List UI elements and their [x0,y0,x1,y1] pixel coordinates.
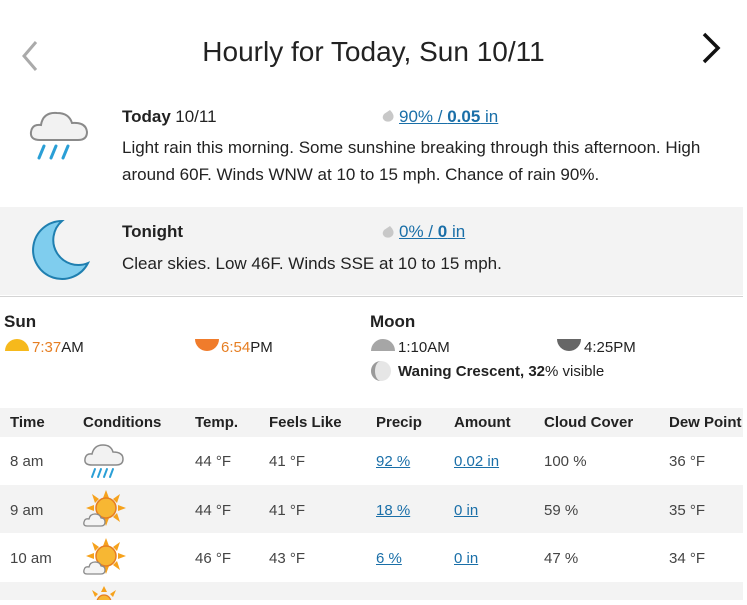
sunset-time-suffix: PM [250,339,273,356]
col-time: Time [10,414,45,431]
today-heading: Today 10/11 [122,107,217,127]
sunrise-time-suffix: AM [61,339,84,356]
row-temp: 46 °F [195,550,232,567]
tonight-precip-amount: 0 [437,222,448,241]
col-conditions: Conditions [83,414,162,431]
sunset-icon [194,338,220,357]
tonight-forecast: Clear skies. Low 46F. Winds SSE at 10 to… [122,254,502,273]
today-precip-link[interactable]: 90% / 0.05 in [399,107,498,127]
row-dew-point: 34 °F [669,550,706,567]
sunrise-time: 7:37AM [32,339,84,356]
moon-phase-icon [370,360,392,387]
sun-heading: Sun [4,312,37,331]
tonight-precip-sep: / [423,222,438,241]
today-precip-percent: 90% [399,107,434,126]
row-feels-like: 41 °F [269,453,306,470]
row-time: 10 am [10,550,52,567]
partly-sunny-icon [82,488,126,537]
moon-icon [28,217,91,286]
moon-heading: Moon [370,312,416,331]
tonight-precip-percent: 0% [399,222,424,241]
tonight-label: Tonight [122,222,184,241]
row-dew-point: 35 °F [669,502,706,519]
moon-phase: Waning Crescent, 32% visible [398,363,604,380]
sunrise-time-value: 7:37 [32,339,62,356]
row-cloud-cover: 59 % [544,502,579,519]
row-temp: 44 °F [195,453,232,470]
sun-icon [86,586,122,605]
row-precip-link[interactable]: 18 % [376,502,410,519]
row-feels-like: 41 °F [269,502,306,519]
rain-icon [26,104,92,169]
moonset-icon [556,338,582,357]
col-cloud-cover: Cloud Cover [544,414,634,431]
divider [0,296,743,297]
col-precip: Precip [376,414,422,431]
col-dew-point: Dew Point [669,414,742,431]
row-amount-link[interactable]: 0 in [454,550,478,567]
today-precip-sep: / [433,107,448,126]
row-precip-link[interactable]: 92 % [376,453,410,470]
moonrise-time: 1:10AM [398,339,450,356]
rain-icon [82,441,126,486]
col-temp: Temp. [195,414,239,431]
chevron-right-icon [702,32,721,64]
moon-phase-name: Waning Crescent, [398,363,525,380]
moonrise-icon [370,338,396,357]
today-label: Today [122,107,171,126]
sunset-time-value: 6:54 [221,339,251,356]
today-precip-unit: in [480,107,499,126]
col-feels-like: Feels Like [269,414,342,431]
today-forecast-line-1: Light rain this morning. Some sunshine b… [122,138,701,157]
today-forecast-line-2: around 60F. Winds WNW at 10 to 15 mph. C… [122,165,600,184]
today-date: 10/11 [175,107,217,126]
tonight-precip-link[interactable]: 0% / 0 in [399,222,465,242]
row-dew-point: 36 °F [669,453,706,470]
raindrop-icon [380,225,396,244]
today-precip-amount: 0.05 [447,107,481,126]
row-time: 8 am [10,453,44,470]
moonset-time: 4:25PM [584,339,636,356]
row-precip-link[interactable]: 6 % [376,550,402,567]
page-title: Hourly for Today, Sun 10/11 [202,36,545,67]
partly-sunny-icon [82,536,126,585]
sunrise-icon [4,338,30,357]
row-time: 9 am [10,502,44,519]
row-cloud-cover: 100 % [544,453,587,470]
tonight-precip-unit: in [447,222,466,241]
col-amount: Amount [454,414,511,431]
next-day-button[interactable] [698,30,724,70]
row-amount-link[interactable]: 0 in [454,502,478,519]
moon-visible-suffix: % visible [545,363,605,380]
raindrop-icon [380,109,396,128]
moon-visible-percent: 32 [528,363,545,380]
row-temp: 44 °F [195,502,232,519]
row-feels-like: 43 °F [269,550,306,567]
row-cloud-cover: 47 % [544,550,579,567]
row-amount-link[interactable]: 0.02 in [454,453,499,470]
sunset-time: 6:54PM [221,339,273,356]
